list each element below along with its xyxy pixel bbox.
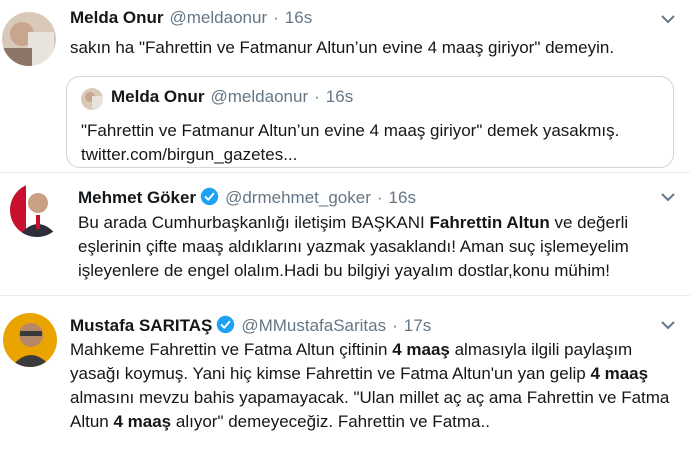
text-segment: ve değerli — [549, 213, 629, 232]
verified-badge-icon — [217, 315, 235, 334]
avatar-image — [3, 313, 57, 367]
avatar-image — [10, 183, 64, 237]
verified-badge-icon — [200, 187, 219, 206]
author-name[interactable]: Melda Onur — [70, 8, 164, 28]
separator-dot: · — [273, 8, 279, 27]
separator-dot: · — [314, 87, 320, 106]
text-segment: Altun — [70, 412, 114, 431]
tweet-text: Mahkeme Fahrettin ve Fatma Altun çiftini… — [70, 338, 680, 434]
avatar-image — [2, 12, 56, 66]
quoted-text-line: "Fahrettin ve Fatmanur Altun’un evine 4 … — [81, 121, 620, 140]
tweet-text: sakın ha "Fahrettin ve Fatmanur Altun’un… — [70, 38, 615, 57]
tweet-mustafa-saritas[interactable]: Mustafa SARITAŞ @MMustafaSaritas · 17s M… — [0, 296, 690, 450]
text-line: almasını mevzu bahis yapamayacak. "Ulan … — [70, 388, 670, 407]
avatar[interactable] — [10, 183, 64, 237]
author-handle[interactable]: @meldaonur — [170, 8, 268, 28]
quoted-link[interactable]: twitter.com/birgun_gazetes... — [81, 143, 661, 167]
timestamp[interactable]: 16s — [389, 188, 416, 208]
text-segment: Bu arada Cumhurbaşkanlığı iletişim BAŞKA… — [78, 213, 430, 232]
tweet-mehmet-goker[interactable]: Mehmet Göker @drmehmet_goker · 16s Bu ar… — [0, 173, 690, 295]
author-name[interactable]: Mehmet Göker — [78, 188, 196, 208]
text-bold: 4 maaş — [590, 364, 649, 383]
text-bold: 4 maaş — [392, 340, 450, 359]
separator-dot: · — [376, 188, 383, 207]
text-line: işleyenlere de engel olalım.Hadi bu bilg… — [78, 261, 610, 280]
chevron-down-icon[interactable] — [661, 320, 675, 330]
quoted-author-name: Melda Onur — [111, 87, 205, 106]
text-bold: 4 maaş — [113, 412, 172, 431]
timestamp[interactable]: 17s — [404, 316, 431, 336]
text-line: eşlerinin çifte maaş aldıklarını yazmak … — [78, 237, 629, 256]
author-handle[interactable]: @MMustafaSaritas — [241, 316, 386, 336]
tweet-melda-onur[interactable]: Melda Onur @meldaonur · 16s sakın ha "Fa… — [0, 0, 690, 172]
text-segment: alıyor" demeyeceğiz. Fahrettin ve Fatma.… — [171, 412, 490, 431]
quoted-tweet[interactable]: Melda Onur @meldaonur · 16s "Fahrettin v… — [66, 76, 674, 168]
text-segment: yasağı koymuş. Yani hiç kimse Fahrettin … — [70, 364, 591, 383]
avatar[interactable] — [2, 12, 56, 66]
quoted-author-handle: @meldaonur — [210, 87, 309, 106]
text-segment: almasıyla ilgili paylaşım — [449, 340, 633, 359]
chevron-down-icon[interactable] — [661, 192, 675, 202]
text-segment: Mahkeme Fahrettin ve Fatma Altun çiftini… — [70, 340, 393, 359]
timestamp[interactable]: 16s — [285, 8, 312, 28]
chevron-down-icon[interactable] — [661, 14, 675, 24]
avatar[interactable] — [3, 313, 57, 367]
author-name[interactable]: Mustafa SARITAŞ — [70, 316, 212, 336]
tweet-text: Bu arada Cumhurbaşkanlığı iletişim BAŞKA… — [78, 211, 678, 283]
quoted-timestamp: 16s — [325, 87, 354, 106]
quoted-avatar — [81, 88, 103, 110]
separator-dot: · — [392, 316, 398, 335]
text-bold: Fahrettin Altun — [429, 213, 550, 232]
author-handle[interactable]: @drmehmet_goker — [225, 188, 371, 208]
